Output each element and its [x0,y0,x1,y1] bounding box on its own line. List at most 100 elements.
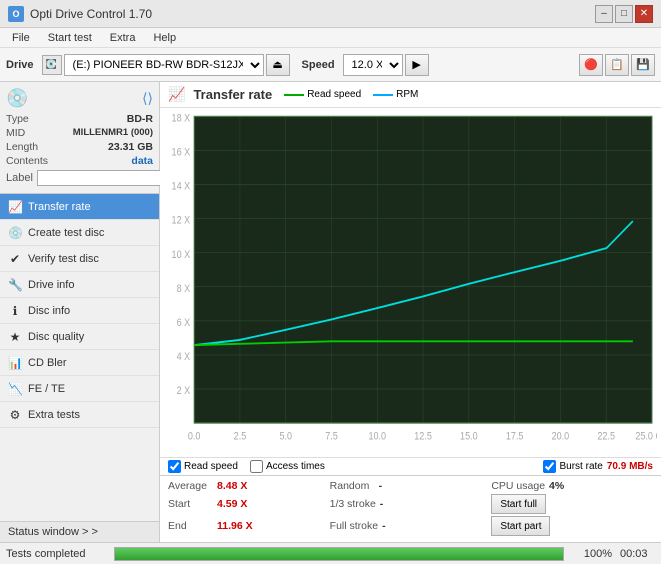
menu-extra[interactable]: Extra [102,30,144,46]
label-input[interactable] [37,170,175,186]
title-bar: O Opti Drive Control 1.70 – □ ✕ [0,0,661,28]
sidebar: 💿 ⟨⟩ Type BD-R MID MILLENMR1 (000) Lengt… [0,82,160,542]
nav-transfer-rate[interactable]: 📈 Transfer rate [0,194,159,220]
nav-items: 📈 Transfer rate 💿 Create test disc ✔ Ver… [0,194,159,428]
progress-bar-fill [115,548,563,560]
stroke-full-label: Full stroke [330,520,378,532]
drive-select[interactable]: (E:) PIONEER BD-RW BDR-S12JX 1.00 [64,54,264,76]
mid-label: MID [6,127,25,139]
minimize-button[interactable]: – [595,5,613,23]
svg-text:6 X: 6 X [177,317,191,329]
drive-icon: 💽 [42,55,62,75]
svg-text:10.0: 10.0 [369,431,387,443]
svg-text:2 X: 2 X [177,385,191,397]
access-times-checkbox[interactable] [250,460,263,473]
menu-file[interactable]: File [4,30,38,46]
stroke13-label: 1/3 stroke [330,498,376,510]
read-speed-checkbox[interactable] [168,460,181,473]
menu-start-test[interactable]: Start test [40,30,100,46]
create-test-disc-icon: 💿 [8,226,22,240]
nav-disc-info-label: Disc info [28,305,70,317]
speed-apply-button[interactable]: ▶ [405,54,429,76]
speed-select[interactable]: 12.0 X ∨ [343,54,403,76]
average-value: 8.48 X [217,480,262,492]
app-title: Opti Drive Control 1.70 [30,7,152,21]
nav-create-test-disc[interactable]: 💿 Create test disc [0,220,159,246]
svg-text:5.0: 5.0 [279,431,292,443]
burst-rate-value: 70.9 MB/s [607,461,653,472]
status-footer: Tests completed 100% 00:03 [0,542,661,564]
chart-svg-container: 18 X 16 X 14 X 12 X 10 X 8 X 6 X 4 X 2 X… [160,108,661,457]
toolbar-btn-1[interactable]: 🔴 [579,54,603,76]
start-part-button[interactable]: Start part [491,516,550,536]
start-label: Start [168,498,213,510]
nav-cd-bler-label: CD Bler [28,357,67,369]
svg-text:15.0: 15.0 [460,431,478,443]
nav-drive-info[interactable]: 🔧 Drive info [0,272,159,298]
random-value: - [379,480,424,492]
chart-svg: 18 X 16 X 14 X 12 X 10 X 8 X 6 X 4 X 2 X… [164,110,657,455]
nav-fe-te[interactable]: 📉 FE / TE [0,376,159,402]
nav-verify-test-disc[interactable]: ✔ Verify test disc [0,246,159,272]
random-label: Random [330,480,375,492]
verify-test-disc-icon: ✔ [8,252,22,266]
toolbar: Drive 💽 (E:) PIONEER BD-RW BDR-S12JX 1.0… [0,48,661,82]
svg-text:12 X: 12 X [172,215,191,227]
type-value: BD-R [127,113,153,125]
start-value: 4.59 X [217,498,262,510]
read-speed-legend-color [284,94,304,96]
burst-rate-checkbox[interactable] [543,460,556,473]
read-speed-legend-label: Read speed [307,89,361,100]
nav-verify-test-disc-label: Verify test disc [28,253,99,265]
svg-text:7.5: 7.5 [325,431,338,443]
progress-bar-container [114,547,564,561]
chart-title-icon: 📈 [168,86,185,103]
elapsed-time: 00:03 [620,548,655,560]
progress-percent: 100% [572,548,612,560]
svg-text:22.5: 22.5 [597,431,615,443]
disc-nav-arrows[interactable]: ⟨⟩ [142,90,153,107]
disc-panel: 💿 ⟨⟩ Type BD-R MID MILLENMR1 (000) Lengt… [0,82,159,194]
svg-text:12.5: 12.5 [414,431,432,443]
status-text: Tests completed [6,548,106,560]
mid-value: MILLENMR1 (000) [73,127,153,139]
cpu-value: 4% [549,480,594,492]
stroke13-value: - [380,498,425,510]
status-window-label: Status window > > [8,526,98,538]
type-label: Type [6,113,29,125]
nav-disc-quality[interactable]: ★ Disc quality [0,324,159,350]
nav-cd-bler[interactable]: 📊 CD Bler [0,350,159,376]
toolbar-btn-2[interactable]: 📋 [605,54,629,76]
main-layout: 💿 ⟨⟩ Type BD-R MID MILLENMR1 (000) Lengt… [0,82,661,542]
menu-help[interactable]: Help [145,30,184,46]
chart-legend: Read speed RPM [284,89,418,100]
svg-text:25.0 GB: 25.0 GB [635,431,657,443]
nav-extra-tests[interactable]: ⚙ Extra tests [0,402,159,428]
svg-text:8 X: 8 X [177,283,191,295]
nav-disc-info[interactable]: ℹ Disc info [0,298,159,324]
maximize-button[interactable]: □ [615,5,633,23]
drive-info-icon: 🔧 [8,278,22,292]
cd-bler-icon: 📊 [8,356,22,370]
end-value: 11.96 X [217,520,262,532]
status-window-button[interactable]: Status window > > [0,521,159,542]
svg-text:20.0: 20.0 [552,431,570,443]
extra-tests-icon: ⚙ [8,408,22,422]
start-full-button[interactable]: Start full [491,494,546,514]
chart-area: 📈 Transfer rate Read speed RPM [160,82,661,542]
svg-text:18 X: 18 X [172,113,191,125]
nav-fe-te-label: FE / TE [28,383,65,395]
burst-rate-label: Burst rate [560,461,603,472]
cpu-label: CPU usage [491,480,545,492]
stroke-full-value: - [382,520,427,532]
eject-button[interactable]: ⏏ [266,54,290,76]
app-icon: O [8,6,24,22]
close-button[interactable]: ✕ [635,5,653,23]
length-value: 23.31 GB [108,141,153,153]
toolbar-btn-save[interactable]: 💾 [631,54,655,76]
stats-area: Average 8.48 X Random - CPU usage 4% Sta… [160,475,661,542]
average-label: Average [168,480,213,492]
nav-create-test-disc-label: Create test disc [28,227,104,239]
svg-text:2.5: 2.5 [234,431,247,443]
svg-text:0.0: 0.0 [188,431,201,443]
